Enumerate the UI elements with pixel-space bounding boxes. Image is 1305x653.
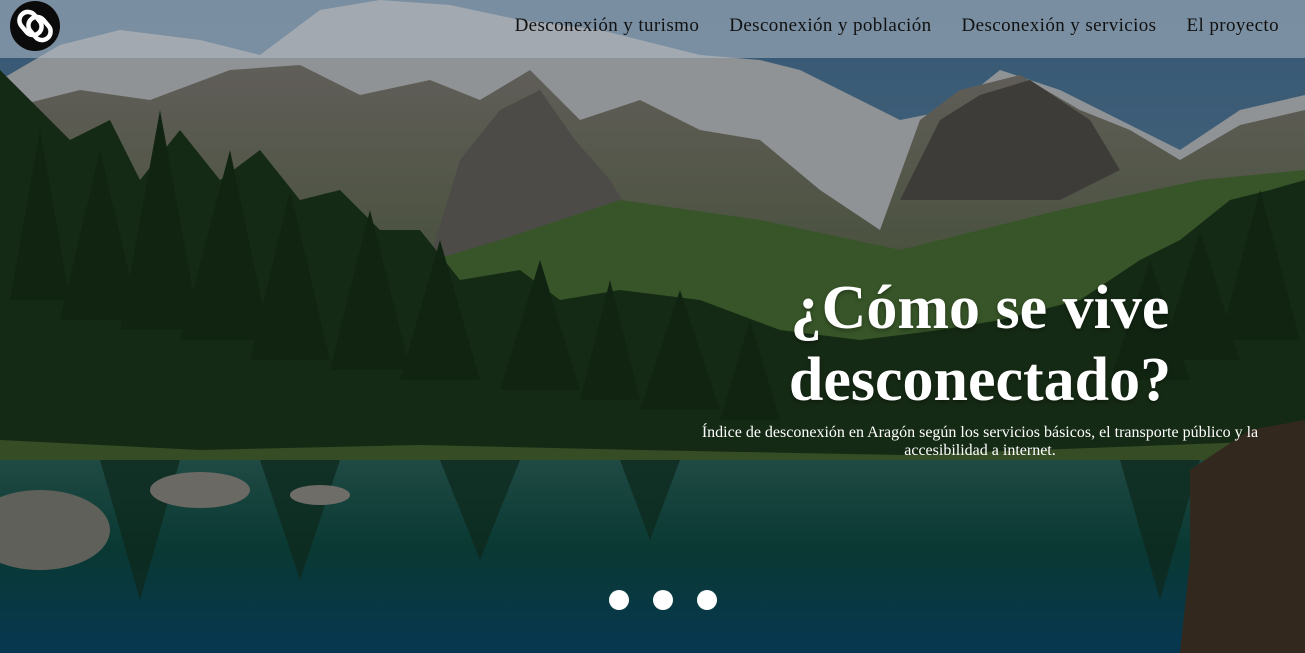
carousel-indicators xyxy=(609,590,717,610)
hero-text-block: ¿Cómo se vive desconectado? Índice de de… xyxy=(690,272,1270,460)
carousel-dot-2[interactable] xyxy=(653,590,673,610)
chain-link-icon xyxy=(17,9,53,43)
carousel-dot-1[interactable] xyxy=(609,590,629,610)
nav-link-proyecto[interactable]: El proyecto xyxy=(1186,14,1279,38)
nav-link-servicios[interactable]: Desconexión y servicios xyxy=(962,14,1157,38)
top-navbar: Desconexión y turismo Desconexión y pobl… xyxy=(0,0,1305,58)
hero-title-line-1: ¿Cómo se vive xyxy=(790,274,1170,342)
carousel-dot-3[interactable] xyxy=(697,590,717,610)
hero-title-line-2: desconectado? xyxy=(788,346,1172,414)
hero-title: ¿Cómo se vive desconectado? xyxy=(690,272,1270,416)
nav-link-poblacion[interactable]: Desconexión y población xyxy=(729,14,931,38)
nav-link-turismo[interactable]: Desconexión y turismo xyxy=(515,14,700,38)
hero-subtitle: Índice de desconexión en Aragón según lo… xyxy=(701,424,1259,459)
nav-menu: Desconexión y turismo Desconexión y pobl… xyxy=(515,14,1279,38)
logo-button[interactable] xyxy=(10,1,60,51)
